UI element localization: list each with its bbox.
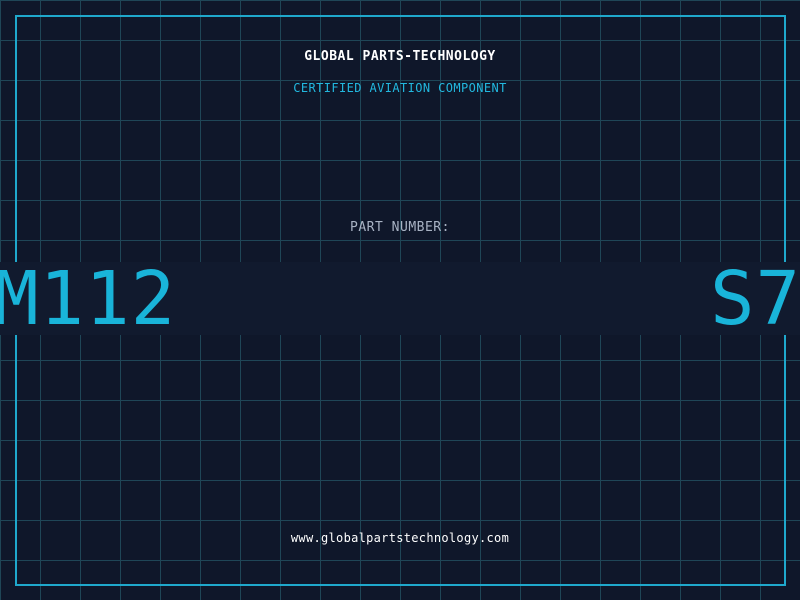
part-number-start: M112 [0, 262, 177, 335]
label-canvas: GLOBAL PARTS-TECHNOLOGY CERTIFIED AVIATI… [0, 0, 800, 600]
website-url: www.globalpartstechnology.com [290, 531, 510, 545]
part-number-end: S7 [710, 262, 800, 335]
part-number-label: PART NUMBER: [350, 220, 450, 235]
part-number-band: M112 S7 [0, 262, 800, 335]
company-name: GLOBAL PARTS-TECHNOLOGY [304, 49, 496, 64]
certification-tagline: CERTIFIED AVIATION COMPONENT [293, 81, 507, 95]
